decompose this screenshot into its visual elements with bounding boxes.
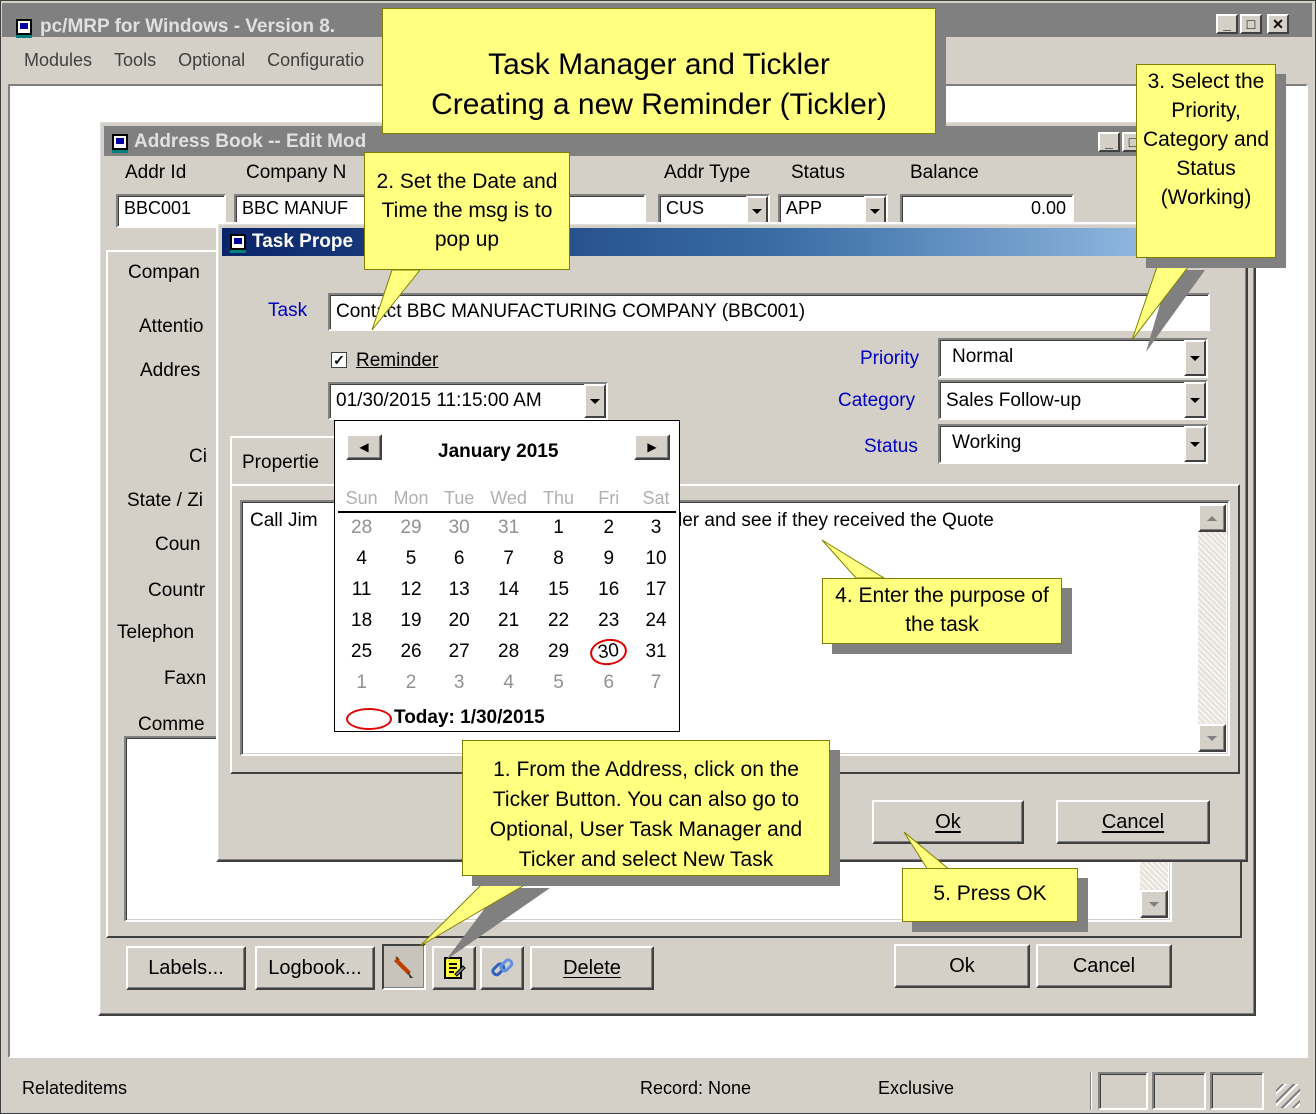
- header-line-2: Creating a new Reminder (Tickler): [431, 88, 887, 121]
- callout-2: 2. Set the Date and Time the msg is to p…: [364, 152, 570, 270]
- callout-pointers: [371, 257, 1205, 960]
- callout-4-pointer: [821, 539, 886, 579]
- callout-3-pointer: [1131, 257, 1197, 341]
- callout-5-pointer: [903, 831, 952, 871]
- header-callout: Task Manager and Tickler Creating a new …: [382, 8, 936, 134]
- callout-4: 4. Enter the purpose of the task: [822, 578, 1062, 644]
- callout-2-pointer: [371, 269, 422, 331]
- callout-1: 1. From the Address, click on the Ticker…: [462, 740, 830, 876]
- header-line-1: Task Manager and Tickler: [488, 48, 830, 81]
- callout-5: 5. Press OK: [902, 868, 1078, 922]
- callout-3: 3. Select the Priority, Category and Sta…: [1136, 64, 1276, 258]
